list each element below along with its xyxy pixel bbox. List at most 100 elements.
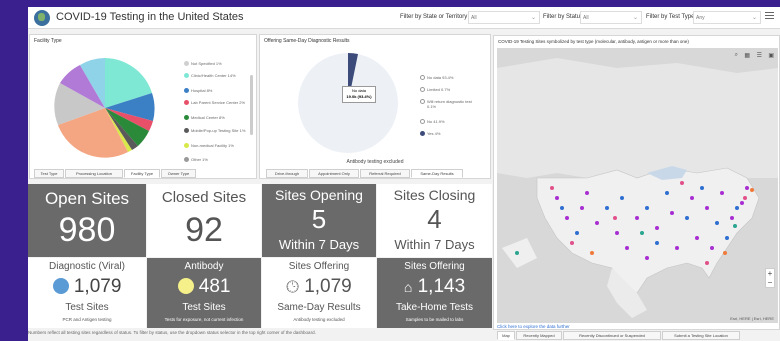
map-point (675, 246, 679, 250)
antibody-dot-icon (177, 278, 194, 294)
tab-facility-type[interactable]: Facility Type (124, 169, 160, 178)
antibody-note: Tests for exposure, not current infectio… (164, 317, 244, 322)
map-point (585, 191, 589, 195)
map-point (710, 246, 714, 250)
tab-owner-type[interactable]: Owner Type (161, 169, 196, 178)
map-point (750, 188, 754, 192)
map-panel: COVID-19 Testing Sites symbolized by tes… (493, 35, 780, 330)
sites-opening-tile[interactable]: Sites Opening 5 Within 7 Days (262, 184, 376, 257)
antibody-label: Antibody (184, 261, 224, 272)
takehome-label: Sites Offering (404, 261, 465, 272)
house-icon: ⌂ (403, 279, 413, 295)
legend-item[interactable]: Limited 0.7% (427, 87, 450, 92)
legend-dot (420, 99, 425, 104)
filter-status-select[interactable]: All ⌄ (580, 11, 642, 24)
tab-recently-mapped[interactable]: Recently Mapped (516, 331, 562, 340)
takehome-sub: Take-Home Tests (395, 302, 474, 313)
map-point (515, 251, 519, 255)
legend-item[interactable]: Yes 4% (427, 131, 440, 136)
tab-test-type[interactable]: Test Type (34, 169, 64, 178)
zoom-controls[interactable]: + − (765, 268, 775, 288)
testing-site-markers[interactable] (497, 48, 778, 323)
legend-icon[interactable]: ☰ (757, 52, 762, 59)
map-point (635, 216, 639, 220)
tab-same-day-results[interactable]: Same-Day Results (411, 169, 463, 178)
layers-icon[interactable]: ▣ (768, 52, 774, 59)
takehome-value-row: ⌂ 1,143 (377, 276, 492, 298)
map-point (645, 256, 649, 260)
zoom-in-button[interactable]: + (766, 269, 774, 278)
legend-item[interactable]: Hospital 8% (191, 88, 212, 93)
tab-referral-required[interactable]: Referral Required (360, 169, 410, 178)
antibody-tile[interactable]: Antibody 481 Test Sites Tests for exposu… (147, 258, 261, 328)
sites-closing-label: Sites Closing (393, 187, 476, 203)
explore-link[interactable]: Click here to explore the data further (497, 324, 570, 329)
closed-sites-tile[interactable]: Closed Sites 92 (147, 184, 261, 257)
tooltip-line2: 19.0k (93.4%) (346, 94, 372, 99)
legend-item[interactable]: Lab Parent Service Center 2% (191, 100, 245, 105)
legend-item[interactable]: No data 93.4% (427, 75, 453, 80)
map-point (565, 216, 569, 220)
legend-item[interactable]: Will return diagnostic test 0.1% (427, 99, 475, 109)
zoom-out-button[interactable]: − (766, 278, 774, 287)
legend-item[interactable]: Mobile/Pop-up Testing Site 1% (191, 128, 245, 133)
filter-state-select[interactable]: All ⌄ (468, 11, 540, 24)
basemap-icon[interactable]: ▦ (744, 52, 750, 59)
sites-closing-tile[interactable]: Sites Closing 4 Within 7 Days (377, 184, 492, 257)
chevron-down-icon: ⌄ (530, 15, 536, 21)
legend-item[interactable]: Clinic/Health Center 14% (191, 73, 236, 78)
legend-dot (184, 115, 189, 120)
map-point (665, 191, 669, 195)
dashboard-frame: COVID-19 Testing in the United States Fi… (28, 7, 780, 341)
map-point (680, 181, 684, 185)
legend-dot (184, 157, 189, 162)
takehome-tile[interactable]: Sites Offering ⌂ 1,143 Take-Home Tests S… (377, 258, 492, 328)
map-point (745, 186, 749, 190)
tab-map[interactable]: Map (497, 331, 515, 340)
diagnostic-label: Diagnostic (Viral) (49, 261, 125, 272)
filter-testtype-select[interactable]: Any ⌄ (693, 11, 761, 24)
legend-item[interactable]: Other 1% (191, 157, 208, 162)
map-point (700, 186, 704, 190)
facility-pie-chart (54, 58, 155, 158)
map-point (715, 221, 719, 225)
map-point (743, 196, 747, 200)
chevron-down-icon: ⌄ (751, 15, 757, 21)
map-view[interactable]: ⌕ ▦ ☰ ▣ + − Esri, HERE | Esri, HERE (497, 48, 778, 323)
chevron-down-icon: ⌄ (632, 15, 638, 21)
map-point (625, 246, 629, 250)
map-point (645, 206, 649, 210)
tab-appointment-only[interactable]: Appointment Only (309, 169, 359, 178)
legend-item[interactable]: No 41.9% (427, 119, 445, 124)
filter-state-value: All (471, 15, 477, 21)
sites-opening-value: 5 (311, 204, 327, 234)
map-point (595, 221, 599, 225)
antibody-sub: Test Sites (182, 302, 226, 313)
diagnostic-tile[interactable]: Diagnostic (Viral) 1,079 Test Sites PCR … (28, 258, 146, 328)
search-icon[interactable]: ⌕ (735, 52, 738, 59)
map-point (560, 206, 564, 210)
legend-dot (184, 100, 189, 105)
sameday-panel: Offering Same-Day Diagnostic Results No … (259, 34, 491, 179)
antibody-value: 481 (198, 276, 231, 297)
map-point (725, 236, 729, 240)
sites-closing-value: 4 (427, 204, 442, 234)
tab-submit-site[interactable]: Submit a Testing Site Location (662, 331, 740, 340)
open-sites-tile[interactable]: Open Sites 980 (28, 184, 146, 257)
legend-item[interactable]: Medical Center 8% (191, 115, 225, 120)
legend-dot (184, 143, 189, 148)
open-sites-label: Open Sites (44, 189, 130, 208)
legend-item[interactable]: Non-medical Facility 1% (191, 143, 234, 148)
diagnostic-value: 1,079 (73, 276, 122, 297)
scrollbar[interactable] (250, 75, 253, 135)
legend-item[interactable]: Not Specified 1% (191, 61, 222, 66)
map-point (570, 241, 574, 245)
sameday-tile-note: Antibody testing excluded (293, 317, 345, 322)
tab-processing-location[interactable]: Processing Location (65, 169, 123, 178)
map-point (733, 224, 737, 228)
menu-icon[interactable] (765, 12, 774, 21)
sameday-tile[interactable]: Sites Offering 🕒︎ 1,079 Same-Day Results… (262, 258, 376, 328)
tab-recently-discontinued[interactable]: Recently Discontinued or Suspended (563, 331, 661, 340)
tab-drive-through[interactable]: Drive-through (266, 169, 308, 178)
map-attribution: Esri, HERE | Esri, HERE (730, 316, 774, 321)
